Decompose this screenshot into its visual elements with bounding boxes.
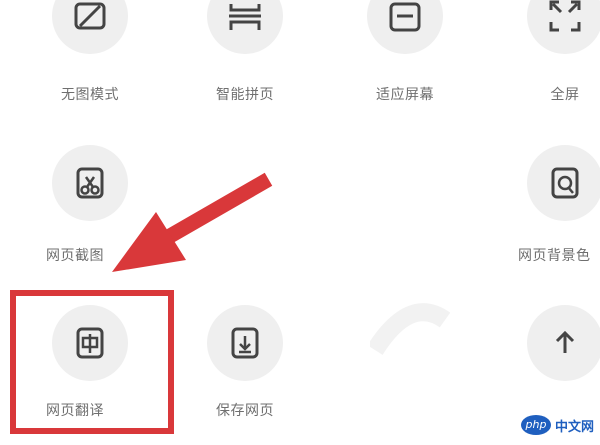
watermark: php 中文网 [520, 415, 594, 435]
watermark-badge: php [520, 415, 551, 435]
watermark-text: 中文网 [554, 419, 594, 435]
red-arrow-icon [112, 172, 273, 272]
